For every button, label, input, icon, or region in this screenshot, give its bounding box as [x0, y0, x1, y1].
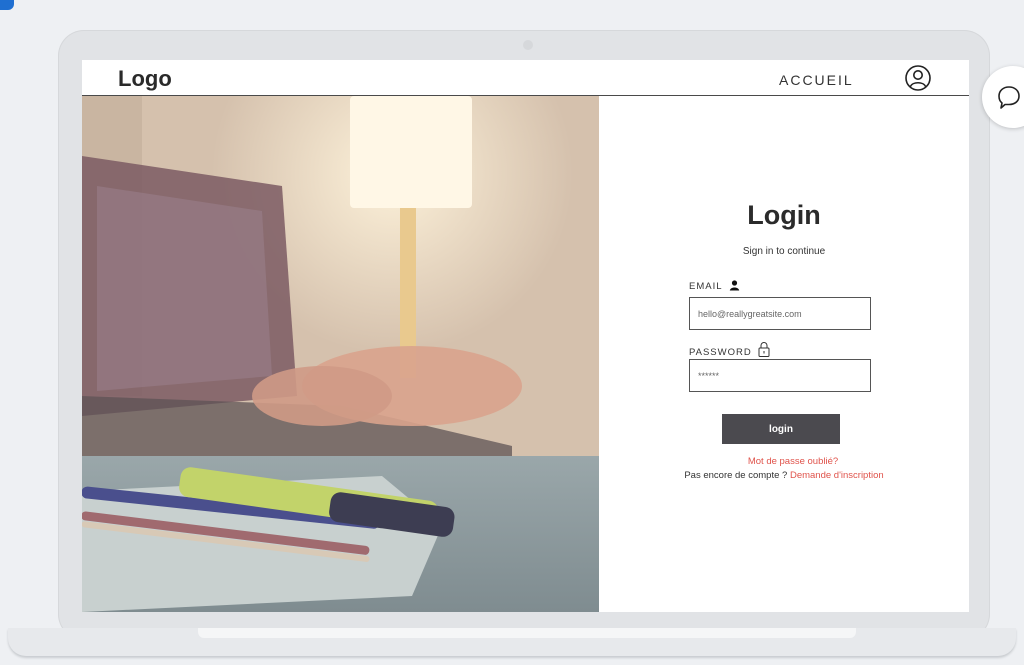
chat-bubble-icon — [998, 86, 1020, 109]
login-subtitle: Sign in to continue — [742, 246, 826, 257]
laptop-camera — [523, 40, 533, 50]
laptop-screen: Logo ACCUEIL Login Sign in to continue E… — [82, 60, 969, 612]
login-panel: Login Sign in to continue EMAIL PASSWORD… — [599, 96, 969, 612]
no-account-text: Pas encore de compte ? — [684, 470, 788, 481]
email-label-text: EMAIL — [689, 281, 723, 292]
corner-mark — [0, 0, 14, 10]
site-logo[interactable]: Logo — [118, 66, 172, 92]
register-line: Pas encore de compte ? Demande d'inscrip… — [599, 470, 969, 481]
email-label: EMAIL — [689, 280, 740, 292]
user-circle-icon[interactable] — [904, 64, 932, 92]
password-field[interactable] — [689, 359, 871, 392]
person-icon — [729, 280, 740, 291]
laptop-notch — [198, 628, 856, 638]
email-field[interactable] — [689, 297, 871, 330]
login-title: Login — [747, 200, 821, 230]
password-label: PASSWORD — [689, 341, 770, 358]
nav-link-accueil[interactable]: ACCUEIL — [779, 72, 854, 88]
password-label-text: PASSWORD — [689, 347, 752, 358]
hero-image — [82, 96, 599, 612]
register-link[interactable]: Demande d'inscription — [790, 470, 884, 481]
login-button[interactable]: login — [722, 414, 840, 444]
top-navigation: Logo ACCUEIL — [82, 60, 969, 96]
lock-icon — [758, 342, 770, 357]
forgot-password-link[interactable]: Mot de passe oublié? — [599, 456, 969, 467]
